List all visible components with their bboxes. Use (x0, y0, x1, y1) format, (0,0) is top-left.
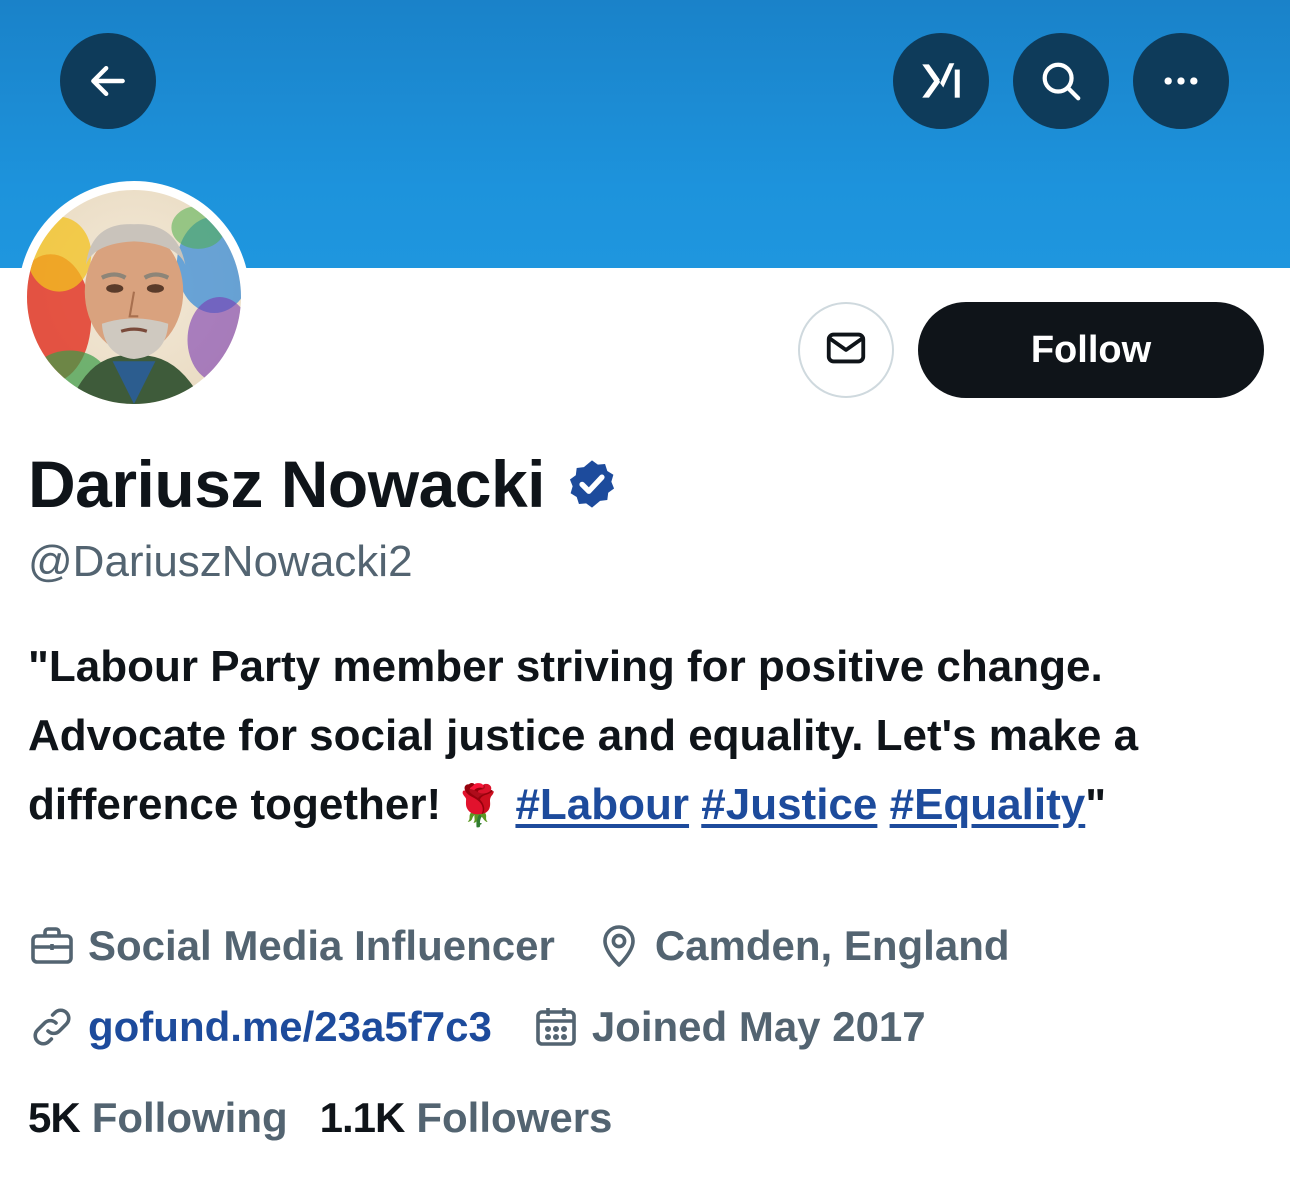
profession: Social Media Influencer (28, 922, 555, 970)
bio-closing-quote: " (1085, 780, 1107, 829)
search-button[interactable] (1013, 33, 1109, 129)
message-button[interactable] (798, 302, 894, 398)
display-name: Dariusz Nowacki (28, 447, 546, 521)
link-icon (28, 1003, 88, 1051)
name-row: Dariusz Nowacki (28, 446, 619, 522)
hashtag-labour[interactable]: #Labour (515, 780, 689, 829)
location: Camden, England (595, 922, 1010, 970)
location-pin-icon (595, 922, 655, 970)
following-count: 5K (28, 1094, 81, 1141)
hashtag-justice[interactable]: #Justice (701, 780, 877, 829)
back-arrow-icon (86, 59, 130, 103)
rose-emoji: 🌹 (453, 784, 504, 828)
hashtag-equality[interactable]: #Equality (890, 780, 1086, 829)
message-icon (823, 325, 869, 376)
briefcase-icon (28, 922, 88, 970)
profession-label: Social Media Influencer (88, 922, 555, 969)
website-link[interactable]: gofund.me/23a5f7c3 (88, 1003, 492, 1051)
follow-stats: 5K Following 1.1K Followers (28, 1094, 644, 1142)
following-label: Following (91, 1094, 288, 1141)
followers-stat[interactable]: 1.1K Followers (320, 1094, 613, 1142)
bio: "Labour Party member striving for positi… (28, 632, 1268, 841)
more-options-button[interactable] (1133, 33, 1229, 129)
search-icon (1038, 58, 1084, 104)
calendar-icon (532, 1003, 592, 1051)
grok-button[interactable] (893, 33, 989, 129)
join-date: Joined May 2017 (532, 1003, 926, 1051)
profile-page: Follow Dariusz Nowacki @DariuszNowacki2 … (0, 0, 1290, 1196)
avatar-image (27, 190, 241, 404)
following-stat[interactable]: 5K Following (28, 1094, 288, 1142)
followers-count: 1.1K (319, 1094, 406, 1141)
website[interactable]: gofund.me/23a5f7c3 (28, 1003, 492, 1051)
grok-icon (916, 56, 966, 106)
profile-meta-row-1: Social Media Influencer Camden, England (28, 922, 1050, 970)
follow-button[interactable]: Follow (918, 302, 1264, 398)
followers-label: Followers (416, 1094, 613, 1141)
back-button[interactable] (60, 33, 156, 129)
location-label: Camden, England (654, 922, 1010, 969)
handle: @DariuszNowacki2 (28, 537, 413, 586)
verified-badge-icon[interactable] (545, 457, 619, 511)
join-date-label: Joined May 2017 (591, 1003, 926, 1050)
more-icon (1159, 59, 1203, 103)
profile-meta-row-2: gofund.me/23a5f7c3 Joined May 2017 (28, 1003, 966, 1051)
avatar[interactable] (18, 181, 250, 413)
